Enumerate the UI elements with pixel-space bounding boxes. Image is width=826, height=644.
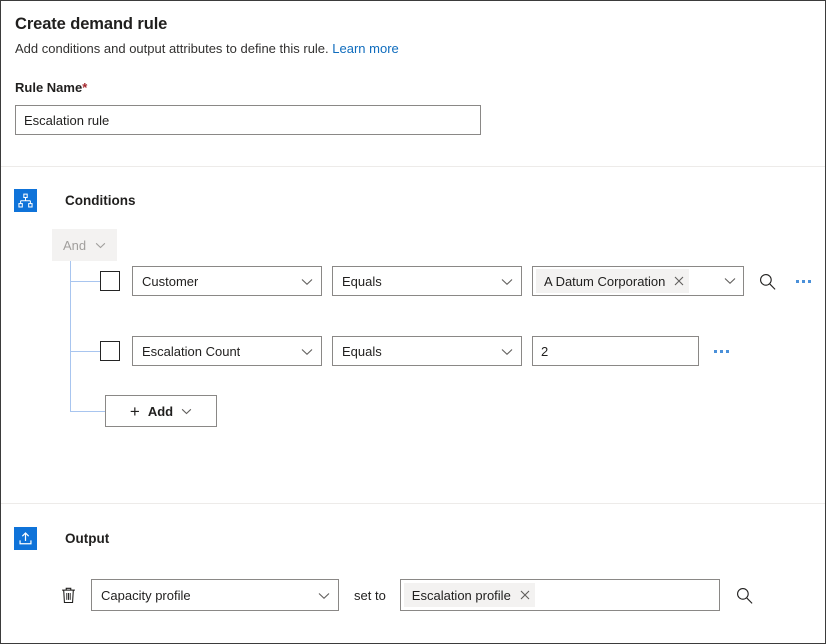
create-demand-rule-page: Create demand rule Add conditions and ou… [0,0,826,644]
condition-checkbox[interactable] [100,271,120,291]
search-icon[interactable] [754,268,780,294]
rule-name-label-text: Rule Name [15,80,82,95]
condition-operator-label: Equals [342,344,382,359]
more-dot [714,350,717,353]
rule-name-label: Rule Name* [15,79,825,97]
conditions-body: And Customer [1,229,825,469]
value-tag: Escalation profile [404,583,535,607]
tree-vertical-line [70,261,71,411]
more-dot [802,280,805,283]
add-condition-button[interactable]: + Add [105,395,217,427]
trash-icon[interactable] [57,583,79,607]
set-to-label: set to [354,588,386,603]
group-operator-label: And [63,238,86,253]
condition-checkbox[interactable] [100,341,120,361]
divider-before-output [1,503,825,504]
output-row: Capacity profile set to Escalation profi… [57,579,758,611]
search-icon[interactable] [732,582,758,608]
chevron-down-icon [301,274,313,289]
condition-more-options-button[interactable] [714,350,729,353]
more-dot [720,350,723,353]
tree-branch-row-1 [70,281,100,282]
chevron-down-icon[interactable] [724,277,739,285]
hierarchy-icon [14,189,37,212]
condition-value-input[interactable] [532,336,699,366]
condition-row: Escalation Count Equals [100,336,729,366]
rule-name-input[interactable] [15,105,481,135]
more-dot [808,280,811,283]
rule-name-field-block: Rule Name* [1,59,825,135]
condition-attribute-dropdown[interactable]: Escalation Count [132,336,322,366]
add-condition-label: Add [148,404,173,419]
condition-attribute-dropdown[interactable]: Customer [132,266,322,296]
output-section: Output Capacity profile set to [1,526,825,644]
required-asterisk: * [82,80,87,95]
condition-row: Customer Equals [100,266,811,296]
conditions-title: Conditions [65,193,136,208]
chevron-down-icon [501,274,513,289]
conditions-section-header: Conditions [1,188,825,212]
chevron-down-icon [301,344,313,359]
condition-value-lookup[interactable]: A Datum Corporation [532,266,744,296]
output-attribute-label: Capacity profile [101,588,191,603]
output-section-header: Output [1,526,825,550]
plus-icon: + [130,403,140,420]
tree-branch-row-2 [70,351,100,352]
divider-after-rule-name [1,166,825,167]
more-dot [726,350,729,353]
condition-operator-dropdown[interactable]: Equals [332,336,522,366]
close-icon[interactable] [674,276,684,286]
chevron-down-icon [501,344,513,359]
tree-branch-add [70,411,106,412]
close-icon[interactable] [520,590,530,600]
chevron-down-icon [181,408,192,415]
condition-attribute-label: Escalation Count [142,344,240,359]
chevron-down-icon [95,242,106,249]
page-subtitle-text: Add conditions and output attributes to … [15,41,329,56]
chevron-down-icon [318,588,330,603]
condition-operator-label: Equals [342,274,382,289]
page-subtitle: Add conditions and output attributes to … [15,39,825,59]
value-tag: A Datum Corporation [536,269,689,293]
condition-more-options-button[interactable] [796,280,811,283]
more-dot [796,280,799,283]
condition-operator-dropdown[interactable]: Equals [332,266,522,296]
page-title: Create demand rule [15,13,825,35]
group-operator-dropdown[interactable]: And [52,229,117,261]
value-tag-label: A Datum Corporation [544,274,665,289]
learn-more-link[interactable]: Learn more [332,41,398,56]
value-tag-label: Escalation profile [412,588,511,603]
output-title: Output [65,531,109,546]
upload-icon [14,527,37,550]
output-attribute-dropdown[interactable]: Capacity profile [91,579,339,611]
condition-attribute-label: Customer [142,274,198,289]
output-value-lookup[interactable]: Escalation profile [400,579,720,611]
conditions-section: Conditions And Customer [1,188,825,503]
page-header: Create demand rule Add conditions and ou… [1,1,825,59]
